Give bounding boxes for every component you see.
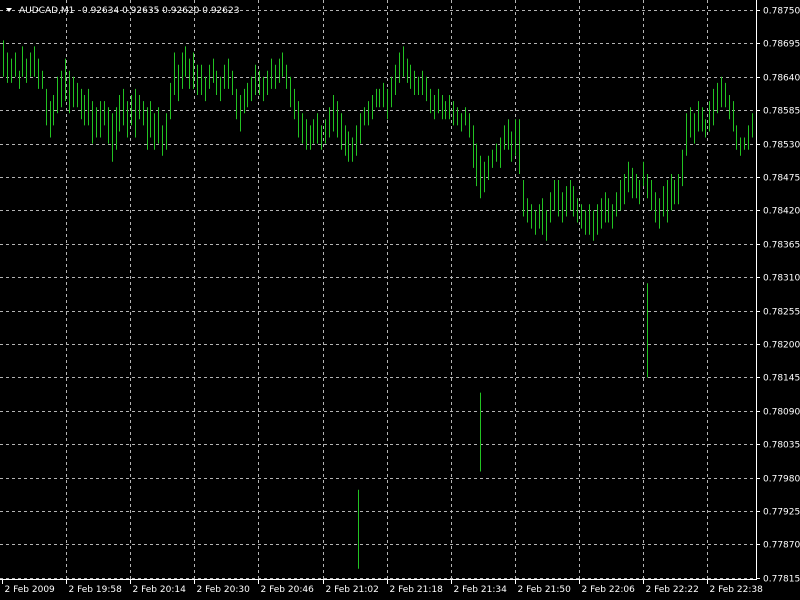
x-tick-label: 2 Feb 21:50 — [518, 585, 572, 595]
y-tick-label: 0.78420 — [763, 207, 800, 217]
y-tick-label: 0.78475 — [763, 174, 800, 184]
y-tick-label: 0.78530 — [763, 141, 800, 151]
y-tick-label: 0.78310 — [763, 274, 800, 284]
x-axis-labels: 2 Feb 2009 2 Feb 19:58 2 Feb 20:14 2 Feb 20… — [2, 580, 764, 595]
x-tick-label: 2 Feb 21:02 — [326, 585, 379, 595]
x-tick-label: 2 Feb 20:30 — [197, 585, 251, 595]
symbol-label: AUDCAD,M1 — [19, 6, 74, 16]
chart-grid — [0, 0, 756, 580]
y-tick-label: 0.78090 — [763, 408, 800, 418]
y-tick-label: 0.78035 — [763, 441, 800, 451]
y-tick-label: 0.77925 — [763, 508, 800, 518]
y-tick-label: 0.78695 — [763, 40, 800, 50]
x-tick-label: 2 Feb 22:06 — [582, 585, 636, 595]
y-tick-label: 0.77815 — [763, 575, 800, 585]
x-tick-label: 2 Feb 2009 — [5, 585, 56, 595]
quote-values: 0.92634 0.92635 0.92620 0.92623 — [82, 6, 239, 16]
price-chart: 0.78750 0.78695 0.78640 0.78585 0.78530 0.784… — [0, 0, 800, 595]
y-tick-label: 0.78200 — [763, 341, 800, 351]
price-bars — [3, 40, 753, 569]
x-tick-label: 2 Feb 22:22 — [646, 585, 699, 595]
x-tick-label: 2 Feb 21:18 — [390, 585, 444, 595]
x-tick-label: 2 Feb 21:34 — [454, 585, 508, 595]
x-tick-label: 2 Feb 19:58 — [69, 585, 123, 595]
y-tick-label: 0.78255 — [763, 308, 800, 318]
y-tick-label: 0.77870 — [763, 541, 800, 551]
x-tick-label: 2 Feb 22:38 — [710, 585, 764, 595]
x-tick-label: 2 Feb 20:14 — [133, 585, 187, 595]
x-tick-label: 2 Feb 20:46 — [261, 585, 315, 595]
y-axis-labels: 0.78750 0.78695 0.78640 0.78585 0.78530 0.784… — [756, 7, 800, 585]
chart-header[interactable]: AUDCAD,M1 0.92634 0.92635 0.92620 0.9262… — [6, 6, 239, 16]
y-tick-label: 0.78750 — [763, 7, 800, 17]
y-tick-label: 0.78585 — [763, 107, 800, 117]
y-tick-label: 0.77980 — [763, 475, 800, 485]
y-tick-label: 0.78365 — [763, 241, 800, 251]
y-tick-label: 0.78145 — [763, 374, 800, 384]
y-tick-label: 0.78640 — [763, 74, 800, 84]
